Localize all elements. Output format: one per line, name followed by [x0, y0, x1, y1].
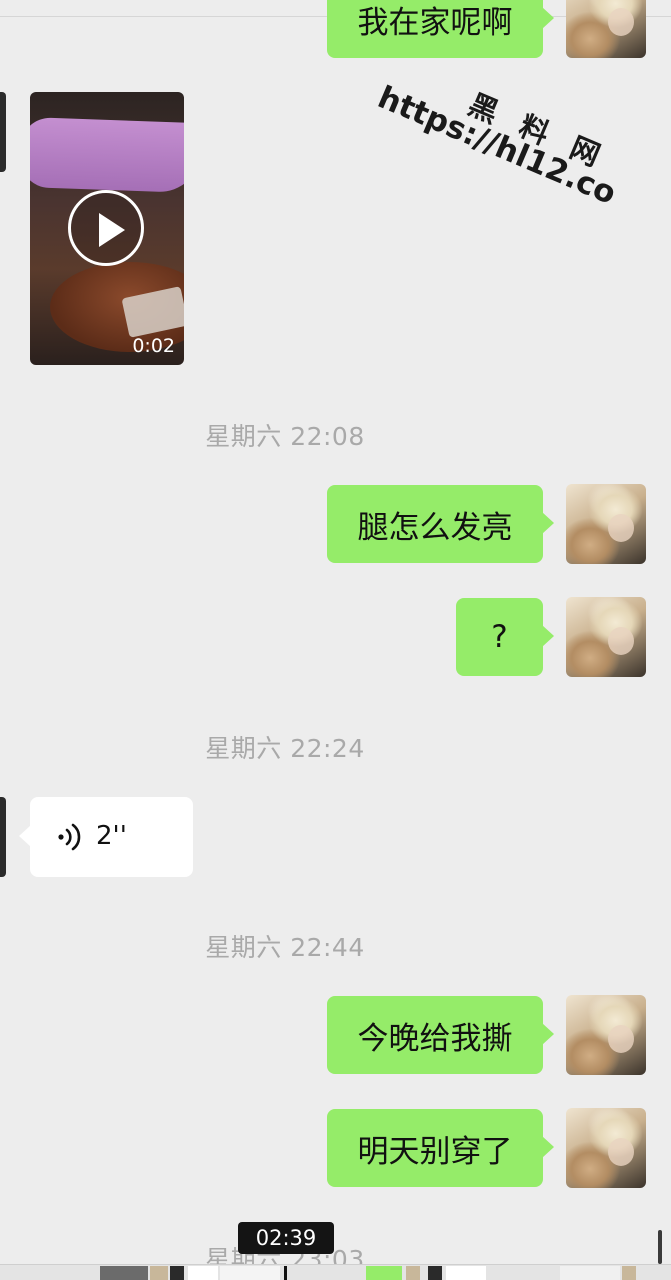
voice-message[interactable]: 2'': [19, 797, 193, 877]
message-bubble-outgoing[interactable]: ?: [456, 598, 554, 676]
my-avatar[interactable]: [566, 0, 646, 58]
message-text: 今晚给我撕: [357, 1020, 513, 1057]
my-avatar[interactable]: [566, 1108, 646, 1188]
message-timestamp: 星期六 22:24: [205, 734, 365, 763]
message-bubble-outgoing-partial[interactable]: 我在家呢啊: [327, 0, 554, 58]
scrubber-thumbnail: [366, 1266, 402, 1280]
avatar-face: [608, 514, 634, 542]
chat-screen: 我在家呢啊 0:02 黑 料 网 https://hl12.co 星期六 22:…: [0, 0, 671, 1280]
message-bubble-outgoing[interactable]: 明天别穿了: [327, 1109, 554, 1187]
message-bubble-outgoing[interactable]: 腿怎么发亮: [327, 485, 554, 563]
scrubber-playhead[interactable]: [284, 1266, 287, 1280]
message-text: 腿怎么发亮: [357, 509, 513, 546]
voice-length: 2'': [96, 821, 127, 851]
scrubber-thumbnail: [560, 1266, 620, 1280]
avatar-face: [608, 627, 634, 655]
scrubber-thumbnail: [428, 1266, 442, 1280]
video-duration: 0:02: [132, 335, 175, 357]
my-avatar[interactable]: [566, 995, 646, 1075]
scrubber-thumbnail: [188, 1266, 218, 1280]
video-message[interactable]: 0:02: [30, 92, 184, 365]
message-text: 明天别穿了: [357, 1133, 513, 1170]
message-bubble-outgoing[interactable]: 今晚给我撕: [327, 996, 554, 1074]
message-timestamp: 星期六 22:44: [205, 933, 365, 962]
my-avatar[interactable]: [566, 597, 646, 677]
player-elapsed-time: 02:39: [238, 1222, 334, 1254]
scrubber-thumbnail: [150, 1266, 168, 1280]
avatar-face: [608, 1025, 634, 1053]
message-text: ?: [491, 619, 508, 655]
scrollbar[interactable]: [658, 1230, 662, 1264]
scrubber-thumbnail: [100, 1266, 148, 1280]
message-text: 我在家呢啊: [357, 4, 513, 41]
avatar-face: [608, 8, 634, 36]
scrubber-thumbnail: [406, 1266, 420, 1280]
video-thumbnail-arm: [30, 116, 184, 194]
voice-wave-icon: [58, 823, 81, 851]
video-scrubber-strip[interactable]: [0, 1264, 671, 1280]
scrubber-thumbnail: [446, 1266, 486, 1280]
play-icon[interactable]: [68, 190, 144, 266]
message-timestamp: 星期六 22:08: [205, 422, 365, 451]
scrubber-thumbnail: [170, 1266, 184, 1280]
contact-avatar-edge[interactable]: [0, 797, 6, 877]
scrubber-thumbnail: [622, 1266, 636, 1280]
scrubber-thumbnail: [220, 1266, 280, 1280]
contact-avatar-edge[interactable]: [0, 92, 6, 172]
my-avatar[interactable]: [566, 484, 646, 564]
avatar-face: [608, 1138, 634, 1166]
